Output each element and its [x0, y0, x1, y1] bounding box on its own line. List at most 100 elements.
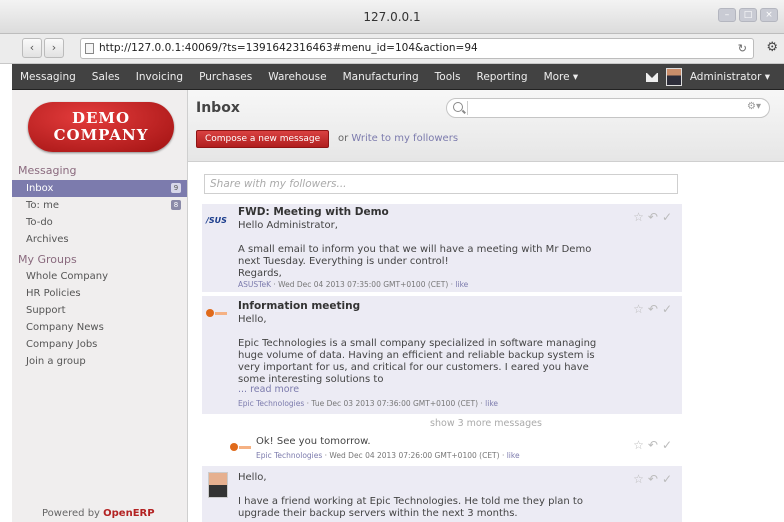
reply-icon[interactable]: ↶ — [648, 210, 658, 224]
gear-icon[interactable]: ⚙ — [766, 40, 778, 55]
message-body: Hello, I have a friend working at Epic T… — [238, 472, 583, 519]
maximize-button[interactable]: □ — [739, 8, 757, 22]
message-item[interactable]: /SUS FWD: Meeting with Demo Hello Admini… — [202, 204, 682, 292]
menu-warehouse[interactable]: Warehouse — [268, 64, 326, 90]
forward-button[interactable]: › — [44, 38, 64, 58]
message-body: Ok! See you tomorrow. — [256, 436, 371, 447]
page-icon — [85, 43, 94, 54]
message-body: Hello, Epic Technologies is a small comp… — [238, 314, 597, 385]
section-messaging: Messaging — [18, 164, 77, 177]
section-my-groups: My Groups — [18, 253, 77, 266]
star-icon[interactable]: ☆ — [633, 302, 644, 316]
message-item[interactable]: Information meeting Hello, Epic Technolo… — [202, 296, 682, 414]
message-subject: FWD: Meeting with Demo — [238, 206, 389, 218]
message-actions: ☆ ↶ ✓ — [633, 438, 672, 452]
window-titlebar: 127.0.0.1 – □ × — [0, 0, 784, 34]
powered-prefix: Powered by — [42, 508, 104, 519]
star-icon[interactable]: ☆ — [633, 438, 644, 452]
message-date: · Wed Dec 04 2013 07:26:00 GMT+0100 (CET… — [322, 451, 507, 460]
app-menu-bar: Messaging Sales Invoicing Purchases Ware… — [12, 64, 784, 90]
star-icon[interactable]: ☆ — [633, 210, 644, 224]
menu-messaging[interactable]: Messaging — [20, 64, 76, 90]
openerp-link[interactable]: OpenERP — [103, 508, 154, 519]
sidebar-item-company-jobs[interactable]: Company Jobs — [12, 336, 187, 353]
main-content: Inbox ⚙▾ Compose a new message or Write … — [188, 90, 784, 522]
message-meta: Epic Technologies · Wed Dec 04 2013 07:2… — [256, 451, 520, 460]
show-more-link[interactable]: show 3 more messages — [188, 418, 784, 429]
reply-icon[interactable]: ↶ — [648, 472, 658, 486]
write-followers-link[interactable]: Write to my followers — [351, 133, 458, 144]
message-date: · Wed Dec 04 2013 07:35:00 GMT+0100 (CET… — [270, 280, 456, 289]
back-button[interactable]: ‹ — [22, 38, 42, 58]
message-meta: ASUSTeK · Wed Dec 04 2013 07:35:00 GMT+0… — [238, 280, 468, 289]
menu-more[interactable]: More ▾ — [544, 64, 579, 90]
message-item[interactable]: Hello, I have a friend working at Epic T… — [202, 466, 682, 522]
asus-logo-icon: /SUS — [206, 216, 227, 225]
menu-purchases[interactable]: Purchases — [199, 64, 252, 90]
company-logo[interactable]: DEMO COMPANY — [28, 102, 174, 152]
author-link[interactable]: ASUSTeK — [238, 280, 271, 289]
sender-avatar — [208, 472, 228, 498]
done-check-icon[interactable]: ✓ — [662, 210, 672, 224]
reply-icon[interactable]: ↶ — [648, 438, 658, 452]
unread-badge: 8 — [171, 200, 181, 210]
epic-logo-icon — [230, 440, 254, 454]
search-options-icon[interactable]: ⚙▾ — [747, 101, 761, 112]
minimize-button[interactable]: – — [718, 8, 736, 22]
sidebar-item-join-group[interactable]: Join a group — [12, 353, 187, 370]
message-subject: Information meeting — [238, 300, 361, 312]
menu-reporting[interactable]: Reporting — [477, 64, 528, 90]
sidebar-item-archives[interactable]: Archives — [12, 231, 187, 248]
sidebar-item-inbox[interactable]: Inbox 9 — [12, 180, 187, 197]
sidebar-item-company-news[interactable]: Company News — [12, 319, 187, 336]
author-link[interactable]: Epic Technologies — [256, 451, 322, 460]
unread-badge: 9 — [171, 183, 181, 193]
sidebar-item-label: To: me — [26, 200, 59, 211]
user-avatar[interactable] — [665, 68, 682, 86]
sidebar-item-whole-company[interactable]: Whole Company — [12, 268, 187, 285]
sidebar-item-label: Inbox — [26, 183, 54, 194]
done-check-icon[interactable]: ✓ — [662, 472, 672, 486]
epic-logo-icon — [206, 306, 230, 320]
like-link[interactable]: like — [507, 451, 520, 460]
share-input[interactable]: Share with my followers... — [204, 174, 678, 194]
close-button[interactable]: × — [760, 8, 778, 22]
mail-icon[interactable] — [645, 72, 658, 82]
menu-manufacturing[interactable]: Manufacturing — [343, 64, 419, 90]
star-icon[interactable]: ☆ — [633, 472, 644, 486]
reload-icon[interactable]: ↻ — [738, 39, 747, 58]
author-link[interactable]: Epic Technologies — [238, 399, 304, 408]
write-followers-line: or Write to my followers — [338, 133, 458, 144]
message-actions: ☆ ↶ ✓ — [633, 472, 672, 486]
page-title: Inbox — [196, 100, 240, 116]
message-body: Hello Administrator, A small email to in… — [238, 220, 592, 279]
sidebar-item-to-me[interactable]: To: me 8 — [12, 197, 187, 214]
or-text: or — [338, 133, 352, 144]
search-divider — [467, 101, 468, 115]
sidebar-item-hr-policies[interactable]: HR Policies — [12, 285, 187, 302]
message-date: · Tue Dec 03 2013 07:36:00 GMT+0100 (CET… — [304, 399, 486, 408]
menu-tools[interactable]: Tools — [435, 64, 461, 90]
window-controls: – □ × — [718, 8, 778, 22]
done-check-icon[interactable]: ✓ — [662, 302, 672, 316]
sidebar-item-support[interactable]: Support — [12, 302, 187, 319]
message-meta: Epic Technologies · Tue Dec 03 2013 07:3… — [238, 399, 498, 408]
menu-invoicing[interactable]: Invoicing — [136, 64, 183, 90]
read-more-link[interactable]: ... read more — [238, 384, 299, 395]
message-actions: ☆ ↶ ✓ — [633, 210, 672, 224]
sidebar-item-to-do[interactable]: To-do — [12, 214, 187, 231]
compose-button[interactable]: Compose a new message — [196, 130, 330, 148]
message-actions: ☆ ↶ ✓ — [633, 302, 672, 316]
logo-line-2: COMPANY — [53, 126, 149, 144]
like-link[interactable]: like — [485, 399, 498, 408]
address-bar[interactable]: http://127.0.0.1:40069/?ts=1391642316463… — [80, 38, 754, 59]
reply-icon[interactable]: ↶ — [648, 302, 658, 316]
like-link[interactable]: like — [455, 280, 468, 289]
menu-sales[interactable]: Sales — [92, 64, 120, 90]
reply-item[interactable]: Ok! See you tomorrow. Epic Technologies … — [226, 432, 682, 462]
browser-toolbar: ‹ › http://127.0.0.1:40069/?ts=139164231… — [0, 34, 784, 64]
search-input[interactable]: ⚙▾ — [446, 98, 770, 118]
search-icon — [453, 102, 463, 112]
user-menu[interactable]: Administrator ▾ — [690, 71, 770, 83]
done-check-icon[interactable]: ✓ — [662, 438, 672, 452]
